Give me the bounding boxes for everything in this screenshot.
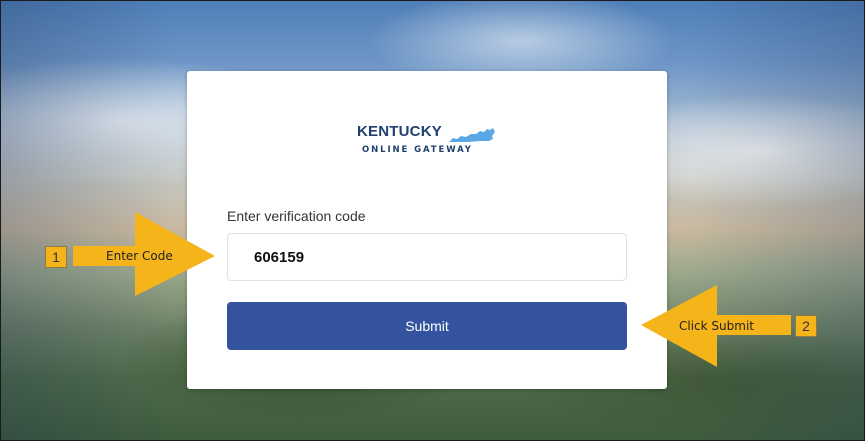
kentucky-state-shape-icon <box>449 128 495 142</box>
login-card: KENTUCKY ONLINE GATEWAY Enter verificati… <box>187 71 667 389</box>
screen: KENTUCKY ONLINE GATEWAY Enter verificati… <box>0 0 865 441</box>
logo-subtitle: ONLINE GATEWAY <box>362 145 473 155</box>
step-2-badge: 2 <box>795 315 817 337</box>
submit-button[interactable]: Submit <box>227 302 627 350</box>
kentucky-online-gateway-logo: KENTUCKY ONLINE GATEWAY <box>357 123 507 163</box>
step-2-text: Click Submit <box>679 319 754 333</box>
step-1-text: Enter Code <box>106 249 173 263</box>
verification-code-label: Enter verification code <box>227 208 366 224</box>
step-1-badge: 1 <box>45 246 67 268</box>
logo-wordmark: KENTUCKY <box>357 123 442 140</box>
verification-code-input[interactable] <box>227 233 627 281</box>
